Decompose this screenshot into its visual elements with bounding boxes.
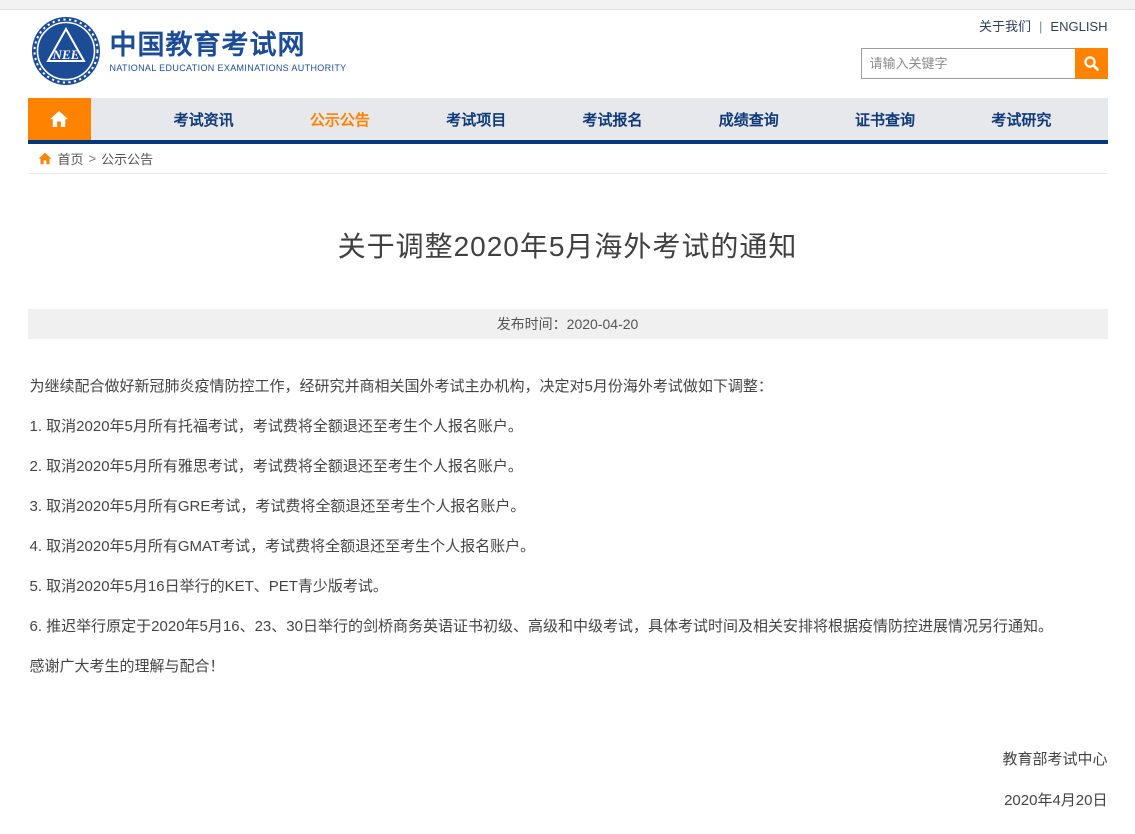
breadcrumb-home-icon <box>38 152 52 165</box>
nav-item-public-notices[interactable]: 公示公告 <box>272 98 408 140</box>
article-body: 为继续配合做好新冠肺炎疫情防控工作，经研究并商相关国外考试主办机构，决定对5月份… <box>28 339 1108 674</box>
search-button[interactable] <box>1075 48 1108 79</box>
site-logo[interactable]: NEE 中国教育考试网 NATIONAL EDUCATION EXAMINATI… <box>30 15 347 87</box>
publish-date-text: 发布时间：2020-04-20 <box>497 314 639 334</box>
nav-item-score-inquiry[interactable]: 成绩查询 <box>681 98 817 140</box>
paragraph-item-4: 4. 取消2020年5月所有GMAT考试，考试费将全额退还至考生个人报名账户。 <box>30 539 1106 554</box>
svg-text:NEE: NEE <box>51 47 79 62</box>
article-signature: 教育部考试中心 2020年4月20日 <box>28 752 1108 808</box>
article-title: 关于调整2020年5月海外考试的通知 <box>28 225 1108 265</box>
home-icon <box>49 110 69 128</box>
top-links: 关于我们 | ENGLISH <box>979 16 1107 35</box>
breadcrumb: 首页 > 公示公告 <box>28 144 1108 174</box>
nav-item-exam-registration[interactable]: 考试报名 <box>544 98 680 140</box>
paragraph-item-5: 5. 取消2020年5月16日举行的KET、PET青少版考试。 <box>30 579 1106 594</box>
breadcrumb-current[interactable]: 公示公告 <box>101 149 153 168</box>
search-icon <box>1083 55 1100 72</box>
neea-emblem-icon: NEE <box>30 15 102 87</box>
signature-org: 教育部考试中心 <box>28 752 1108 767</box>
paragraph-item-6: 6. 推迟举行原定于2020年5月16、23、30日举行的剑桥商务英语证书初级、… <box>30 619 1106 634</box>
about-us-link[interactable]: 关于我们 <box>979 19 1031 34</box>
nav-item-exam-programs[interactable]: 考试项目 <box>408 98 544 140</box>
logo-subtitle: NATIONAL EDUCATION EXAMINATIONS AUTHORIT… <box>110 63 347 73</box>
logo-title: 中国教育考试网 <box>110 30 347 60</box>
home-button[interactable] <box>28 98 91 140</box>
signature-date: 2020年4月20日 <box>28 793 1108 808</box>
article: 关于调整2020年5月海外考试的通知 发布时间：2020-04-20 为继续配合… <box>28 174 1108 808</box>
search-box <box>861 48 1108 79</box>
paragraph-item-1: 1. 取消2020年5月所有托福考试，考试费将全额退还至考生个人报名账户。 <box>30 419 1106 434</box>
breadcrumb-separator: > <box>89 151 97 166</box>
nav-items: 考试资讯 公示公告 考试项目 考试报名 成绩查询 证书查询 考试研究 <box>91 98 1108 140</box>
logo-text: 中国教育考试网 NATIONAL EDUCATION EXAMINATIONS … <box>110 30 347 73</box>
paragraph-thanks: 感谢广大考生的理解与配合！ <box>30 659 1106 674</box>
top-strip <box>0 0 1135 10</box>
search-input[interactable] <box>861 48 1075 79</box>
breadcrumb-home-link[interactable]: 首页 <box>58 149 84 168</box>
nav-item-exam-news[interactable]: 考试资讯 <box>136 98 272 140</box>
paragraph-item-2: 2. 取消2020年5月所有雅思考试，考试费将全额退还至考生个人报名账户。 <box>30 459 1106 474</box>
site-header: NEE 中国教育考试网 NATIONAL EDUCATION EXAMINATI… <box>28 10 1108 98</box>
nav-item-certificate-inquiry[interactable]: 证书查询 <box>817 98 953 140</box>
english-link[interactable]: ENGLISH <box>1050 19 1107 34</box>
main-nav: 考试资讯 公示公告 考试项目 考试报名 成绩查询 证书查询 考试研究 <box>28 98 1108 144</box>
publish-date-bar: 发布时间：2020-04-20 <box>28 309 1108 339</box>
paragraph-item-3: 3. 取消2020年5月所有GRE考试，考试费将全额退还至考生个人报名账户。 <box>30 499 1106 514</box>
top-links-separator: | <box>1039 19 1042 34</box>
paragraph-intro: 为继续配合做好新冠肺炎疫情防控工作，经研究并商相关国外考试主办机构，决定对5月份… <box>30 379 1106 394</box>
nav-item-exam-research[interactable]: 考试研究 <box>953 98 1089 140</box>
